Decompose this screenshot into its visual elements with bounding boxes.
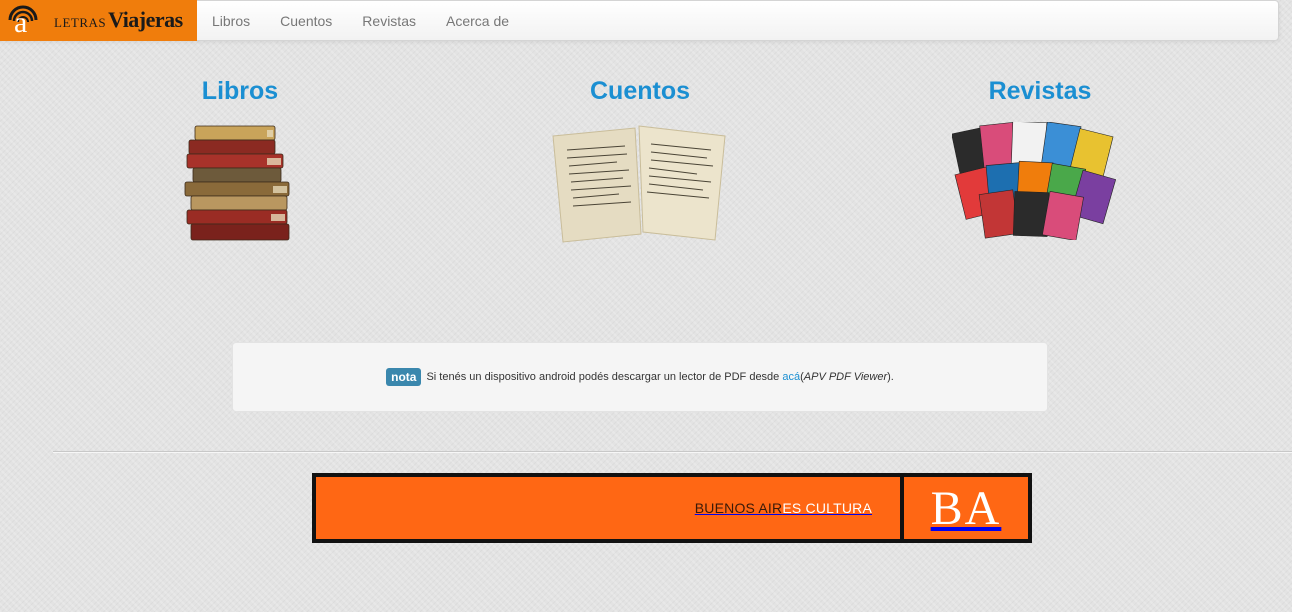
buenos-aires-cultura-banner[interactable]: BUENOS AIR ES CULTURA BA [312, 473, 1032, 543]
brand-text-big: Viajeras [108, 7, 183, 32]
category-revistas: Revistas [940, 74, 1140, 240]
broadcast-a-icon: a [6, 2, 40, 38]
magazines-icon [952, 122, 1117, 240]
brand-text-small: LETRAS [54, 15, 107, 30]
footer-divider [53, 451, 1292, 453]
brand-mark-letter: a [14, 6, 28, 39]
category-cuentos-title-link[interactable]: Cuentos [540, 74, 740, 108]
category-cuentos-image-link[interactable] [540, 122, 740, 244]
note-badge: nota [386, 368, 422, 386]
category-cuentos-title: Cuentos [590, 77, 690, 105]
top-navbar: a LETRAS Viajeras Libros Cuentos Revista… [0, 0, 1279, 41]
category-libros-title-link[interactable]: Libros [140, 74, 340, 108]
nav-item-revistas[interactable]: Revistas [347, 1, 431, 41]
category-cuentos: Cuentos [540, 74, 740, 244]
category-revistas-title: Revistas [988, 77, 1092, 105]
ba-logo: BA [904, 477, 1028, 539]
brand-logo[interactable]: a LETRAS Viajeras [0, 0, 197, 41]
category-revistas-title-link[interactable]: Revistas [940, 74, 1140, 108]
note-app-name: APV PDF Viewer [803, 371, 888, 383]
old-papers-icon [552, 125, 726, 243]
note-text: Si tenés un dispositivo android podés de… [426, 371, 780, 383]
nav-item-cuentos[interactable]: Cuentos [265, 1, 347, 41]
banner-text-part-b: ES CULTURA [782, 500, 872, 516]
category-revistas-image-link[interactable] [940, 122, 1140, 240]
main-nav: Libros Cuentos Revistas Acerca de [197, 1, 524, 41]
category-libros-title: Libros [201, 77, 279, 105]
category-libros: Libros [140, 74, 340, 244]
banner-text-part-a: BUENOS AIR [694, 500, 783, 516]
category-libros-image-link[interactable] [140, 122, 340, 244]
nav-item-acerca-de[interactable]: Acerca de [431, 1, 524, 41]
pdf-reader-note: nota Si tenés un dispositivo android pod… [232, 342, 1048, 412]
stack-of-books-icon [184, 125, 290, 241]
pdf-reader-download-link[interactable]: acá [782, 371, 800, 383]
nav-item-libros[interactable]: Libros [197, 1, 265, 41]
banner-text-box: BUENOS AIR ES CULTURA [316, 477, 900, 539]
note-paren-close: ). [887, 371, 894, 383]
